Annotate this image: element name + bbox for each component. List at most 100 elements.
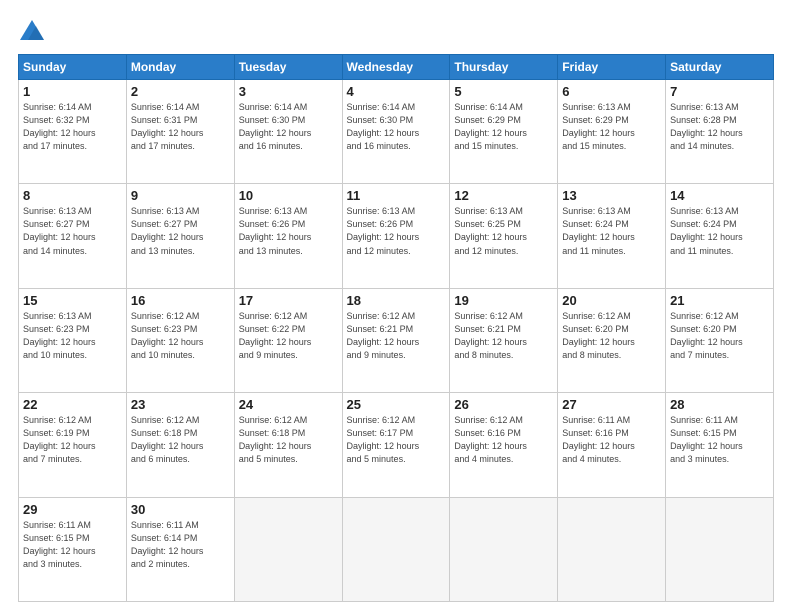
calendar-cell-0-4: 5 Sunrise: 6:14 AM Sunset: 6:29 PM Daylig…	[450, 80, 558, 184]
calendar-header-sunday: Sunday	[19, 55, 127, 80]
day-number: 14	[670, 188, 769, 203]
calendar-week-2: 15 Sunrise: 6:13 AM Sunset: 6:23 PM Dayli…	[19, 288, 774, 392]
calendar-week-4: 29 Sunrise: 6:11 AM Sunset: 6:15 PM Dayli…	[19, 497, 774, 601]
day-number: 9	[131, 188, 230, 203]
day-number: 6	[562, 84, 661, 99]
day-info: Sunrise: 6:11 AM Sunset: 6:15 PM Dayligh…	[23, 519, 122, 571]
calendar-cell-3-5: 27 Sunrise: 6:11 AM Sunset: 6:16 PM Dayli…	[558, 393, 666, 497]
header	[18, 18, 774, 46]
calendar-cell-0-2: 3 Sunrise: 6:14 AM Sunset: 6:30 PM Daylig…	[234, 80, 342, 184]
calendar-week-3: 22 Sunrise: 6:12 AM Sunset: 6:19 PM Dayli…	[19, 393, 774, 497]
day-info: Sunrise: 6:12 AM Sunset: 6:20 PM Dayligh…	[670, 310, 769, 362]
calendar-cell-0-0: 1 Sunrise: 6:14 AM Sunset: 6:32 PM Daylig…	[19, 80, 127, 184]
day-number: 1	[23, 84, 122, 99]
day-info: Sunrise: 6:11 AM Sunset: 6:14 PM Dayligh…	[131, 519, 230, 571]
day-info: Sunrise: 6:12 AM Sunset: 6:17 PM Dayligh…	[347, 414, 446, 466]
calendar-cell-4-3	[342, 497, 450, 601]
calendar-cell-2-5: 20 Sunrise: 6:12 AM Sunset: 6:20 PM Dayli…	[558, 288, 666, 392]
calendar-cell-0-5: 6 Sunrise: 6:13 AM Sunset: 6:29 PM Daylig…	[558, 80, 666, 184]
day-number: 2	[131, 84, 230, 99]
calendar-cell-3-4: 26 Sunrise: 6:12 AM Sunset: 6:16 PM Dayli…	[450, 393, 558, 497]
calendar-header-monday: Monday	[126, 55, 234, 80]
day-info: Sunrise: 6:11 AM Sunset: 6:15 PM Dayligh…	[670, 414, 769, 466]
calendar-cell-1-3: 11 Sunrise: 6:13 AM Sunset: 6:26 PM Dayli…	[342, 184, 450, 288]
day-number: 27	[562, 397, 661, 412]
calendar-cell-4-6	[666, 497, 774, 601]
calendar-cell-1-4: 12 Sunrise: 6:13 AM Sunset: 6:25 PM Dayli…	[450, 184, 558, 288]
day-info: Sunrise: 6:12 AM Sunset: 6:22 PM Dayligh…	[239, 310, 338, 362]
day-info: Sunrise: 6:13 AM Sunset: 6:24 PM Dayligh…	[562, 205, 661, 257]
calendar-cell-2-2: 17 Sunrise: 6:12 AM Sunset: 6:22 PM Dayli…	[234, 288, 342, 392]
day-number: 3	[239, 84, 338, 99]
day-number: 22	[23, 397, 122, 412]
calendar-cell-2-4: 19 Sunrise: 6:12 AM Sunset: 6:21 PM Dayli…	[450, 288, 558, 392]
day-info: Sunrise: 6:14 AM Sunset: 6:31 PM Dayligh…	[131, 101, 230, 153]
day-info: Sunrise: 6:12 AM Sunset: 6:19 PM Dayligh…	[23, 414, 122, 466]
day-info: Sunrise: 6:11 AM Sunset: 6:16 PM Dayligh…	[562, 414, 661, 466]
calendar-cell-3-1: 23Sunrise: 6:12 AM Sunset: 6:18 PM Dayli…	[126, 393, 234, 497]
day-info: Sunrise: 6:12 AM Sunset: 6:20 PM Dayligh…	[562, 310, 661, 362]
calendar-cell-3-2: 24Sunrise: 6:12 AM Sunset: 6:18 PM Dayli…	[234, 393, 342, 497]
day-info: Sunrise: 6:13 AM Sunset: 6:23 PM Dayligh…	[23, 310, 122, 362]
day-number: 19	[454, 293, 553, 308]
calendar-cell-4-5	[558, 497, 666, 601]
calendar-cell-3-6: 28 Sunrise: 6:11 AM Sunset: 6:15 PM Dayli…	[666, 393, 774, 497]
day-number: 8	[23, 188, 122, 203]
calendar-table: SundayMondayTuesdayWednesdayThursdayFrid…	[18, 54, 774, 602]
day-info: Sunrise: 6:13 AM Sunset: 6:26 PM Dayligh…	[347, 205, 446, 257]
calendar-cell-1-0: 8Sunrise: 6:13 AM Sunset: 6:27 PM Daylig…	[19, 184, 127, 288]
day-info: Sunrise: 6:12 AM Sunset: 6:21 PM Dayligh…	[454, 310, 553, 362]
calendar-cell-1-2: 10 Sunrise: 6:13 AM Sunset: 6:26 PM Dayli…	[234, 184, 342, 288]
day-info: Sunrise: 6:13 AM Sunset: 6:26 PM Dayligh…	[239, 205, 338, 257]
logo-icon	[18, 18, 46, 46]
day-info: Sunrise: 6:12 AM Sunset: 6:16 PM Dayligh…	[454, 414, 553, 466]
calendar-cell-4-2	[234, 497, 342, 601]
calendar-header-wednesday: Wednesday	[342, 55, 450, 80]
day-number: 5	[454, 84, 553, 99]
calendar-cell-4-1: 30Sunrise: 6:11 AM Sunset: 6:14 PM Dayli…	[126, 497, 234, 601]
day-number: 11	[347, 188, 446, 203]
page: SundayMondayTuesdayWednesdayThursdayFrid…	[0, 0, 792, 612]
calendar-cell-4-0: 29 Sunrise: 6:11 AM Sunset: 6:15 PM Dayli…	[19, 497, 127, 601]
day-number: 21	[670, 293, 769, 308]
day-number: 20	[562, 293, 661, 308]
day-info: Sunrise: 6:14 AM Sunset: 6:30 PM Dayligh…	[239, 101, 338, 153]
calendar-cell-0-6: 7Sunrise: 6:13 AM Sunset: 6:28 PM Daylig…	[666, 80, 774, 184]
day-number: 28	[670, 397, 769, 412]
logo	[18, 18, 50, 46]
calendar-cell-4-4	[450, 497, 558, 601]
day-number: 25	[347, 397, 446, 412]
day-info: Sunrise: 6:14 AM Sunset: 6:29 PM Dayligh…	[454, 101, 553, 153]
calendar-header-friday: Friday	[558, 55, 666, 80]
calendar-header-row: SundayMondayTuesdayWednesdayThursdayFrid…	[19, 55, 774, 80]
calendar-cell-3-3: 25 Sunrise: 6:12 AM Sunset: 6:17 PM Dayli…	[342, 393, 450, 497]
day-info: Sunrise: 6:14 AM Sunset: 6:32 PM Dayligh…	[23, 101, 122, 153]
day-info: Sunrise: 6:13 AM Sunset: 6:29 PM Dayligh…	[562, 101, 661, 153]
calendar-week-1: 8 Sunrise: 6:13 AM Sunset: 6:27 PM Daylig…	[19, 184, 774, 288]
day-info: Sunrise: 6:12 AM Sunset: 6:23 PM Dayligh…	[131, 310, 230, 362]
day-info: Sunrise: 6:12 AM Sunset: 6:21 PM Dayligh…	[347, 310, 446, 362]
calendar-cell-1-5: 13 Sunrise: 6:13 AM Sunset: 6:24 PM Dayli…	[558, 184, 666, 288]
day-number: 7	[670, 84, 769, 99]
day-info: Sunrise: 6:12 AM Sunset: 6:18 PM Dayligh…	[239, 414, 338, 466]
day-info: Sunrise: 6:13 AM Sunset: 6:25 PM Dayligh…	[454, 205, 553, 257]
calendar-cell-0-3: 4Sunrise: 6:14 AM Sunset: 6:30 PM Daylig…	[342, 80, 450, 184]
day-number: 29	[23, 502, 122, 517]
calendar-cell-1-1: 9 Sunrise: 6:13 AM Sunset: 6:27 PM Daylig…	[126, 184, 234, 288]
calendar-header-saturday: Saturday	[666, 55, 774, 80]
calendar-header-tuesday: Tuesday	[234, 55, 342, 80]
day-number: 16	[131, 293, 230, 308]
calendar-week-0: 1 Sunrise: 6:14 AM Sunset: 6:32 PM Daylig…	[19, 80, 774, 184]
calendar-cell-2-0: 15 Sunrise: 6:13 AM Sunset: 6:23 PM Dayli…	[19, 288, 127, 392]
day-number: 26	[454, 397, 553, 412]
day-number: 10	[239, 188, 338, 203]
day-number: 17	[239, 293, 338, 308]
calendar-cell-1-6: 14Sunrise: 6:13 AM Sunset: 6:24 PM Dayli…	[666, 184, 774, 288]
day-number: 13	[562, 188, 661, 203]
day-number: 4	[347, 84, 446, 99]
day-info: Sunrise: 6:13 AM Sunset: 6:27 PM Dayligh…	[131, 205, 230, 257]
day-info: Sunrise: 6:12 AM Sunset: 6:18 PM Dayligh…	[131, 414, 230, 466]
day-number: 18	[347, 293, 446, 308]
day-number: 15	[23, 293, 122, 308]
day-number: 12	[454, 188, 553, 203]
